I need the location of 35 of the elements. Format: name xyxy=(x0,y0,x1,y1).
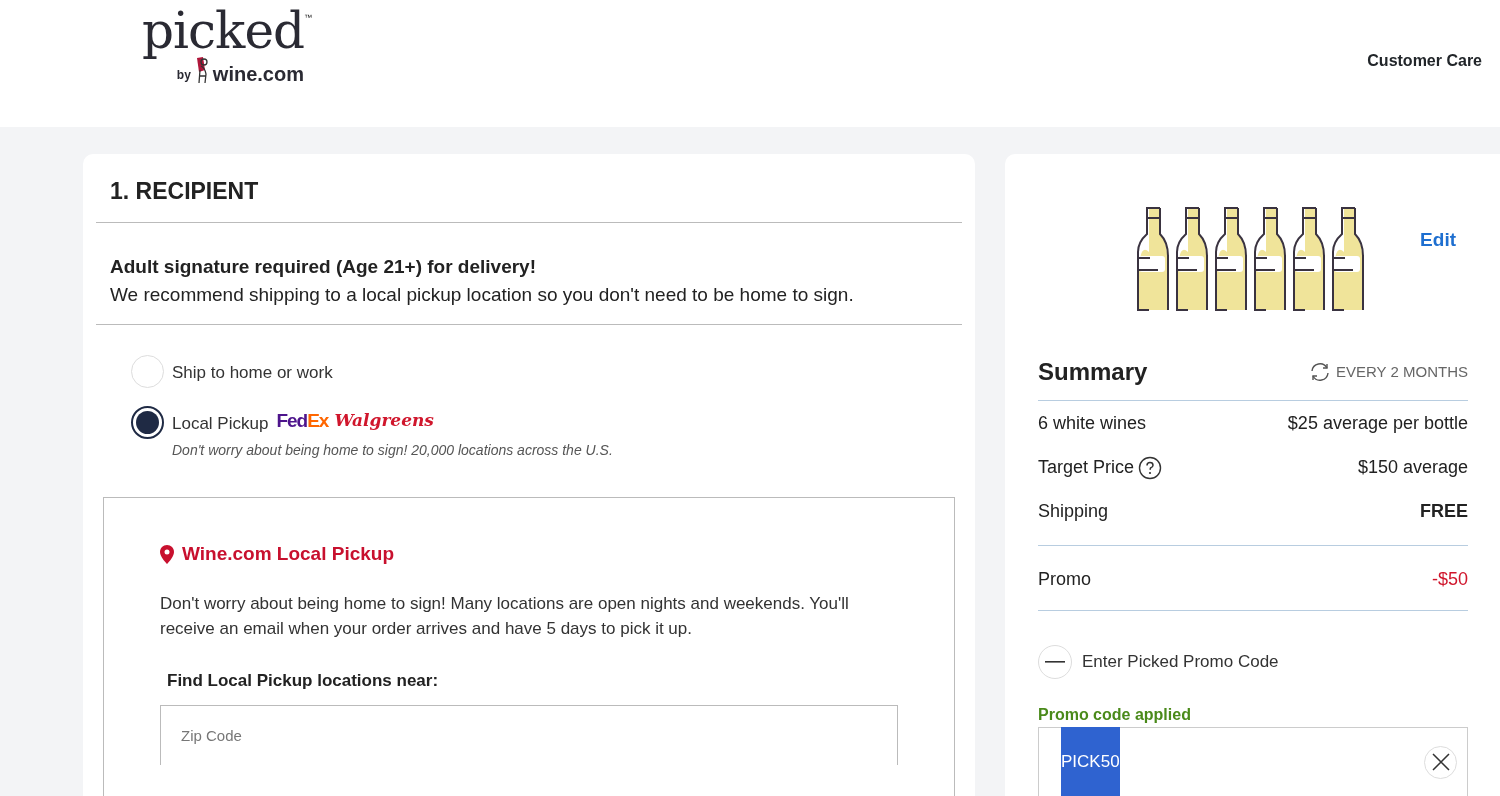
summary-value: $25 average per bottle xyxy=(1287,412,1468,435)
summary-label: 6 white wines xyxy=(1038,412,1147,435)
pickup-description: Don't worry about being home to sign! Many locations are open nights and weekends. You'll receive an email when your order arrives and have 5 days to pick it up. xyxy=(160,592,850,641)
promo-status: Promo code applied xyxy=(1038,705,1192,725)
clear-button[interactable] xyxy=(1424,745,1457,779)
summary-value: FREE xyxy=(1420,500,1468,523)
summary-label: Promo xyxy=(1038,568,1091,591)
section-title: 1. RECIPIENT xyxy=(96,154,962,223)
summary-title: Summary xyxy=(1038,357,1148,387)
notice-text: Adult signature required (Age 21+) for delivery! We recommend shipping to a local pickup location so you don't need to be home to sign. xyxy=(96,222,962,325)
edit-link[interactable]: Edit xyxy=(1420,226,1456,255)
refresh-icon xyxy=(1309,361,1331,383)
option-note: Don't worry about being home to sign! 20,000 locations across the U.S. xyxy=(172,441,613,461)
logo-brand: wine.com xyxy=(212,64,304,84)
summary-label: Shipping xyxy=(1038,500,1109,523)
summary-label: Target Price xyxy=(1038,456,1135,479)
trademark-symbol: ™ xyxy=(304,12,312,24)
close-icon xyxy=(1431,753,1450,771)
location-pin-icon xyxy=(160,544,174,564)
summary-value: $150 average xyxy=(1357,456,1468,479)
option-label: Local Pickup xyxy=(172,412,269,435)
zip-code-field[interactable]: Zip Code xyxy=(160,705,898,766)
promo-code-field[interactable]: PICK50 xyxy=(1038,727,1468,796)
summary-value: -$50 xyxy=(1431,568,1468,591)
help-icon[interactable] xyxy=(1138,455,1163,480)
walgreens-logo: Walgreens xyxy=(334,409,434,433)
promo-toggle[interactable]: Enter Picked Promo Code xyxy=(1038,645,1279,679)
search-label: Find Local Pickup locations near: xyxy=(167,669,440,692)
option-label: Ship to home or work xyxy=(172,361,333,384)
frequency-label: EVERY 2 MONTHS xyxy=(1336,361,1468,382)
radio-button[interactable] xyxy=(131,405,164,439)
fedex-logo: FedEx xyxy=(276,408,329,433)
logo-byline: by xyxy=(176,67,191,84)
customer-care-link[interactable]: Customer Care xyxy=(1367,49,1482,73)
pickup-title: Wine.com Local Pickup xyxy=(182,542,395,567)
